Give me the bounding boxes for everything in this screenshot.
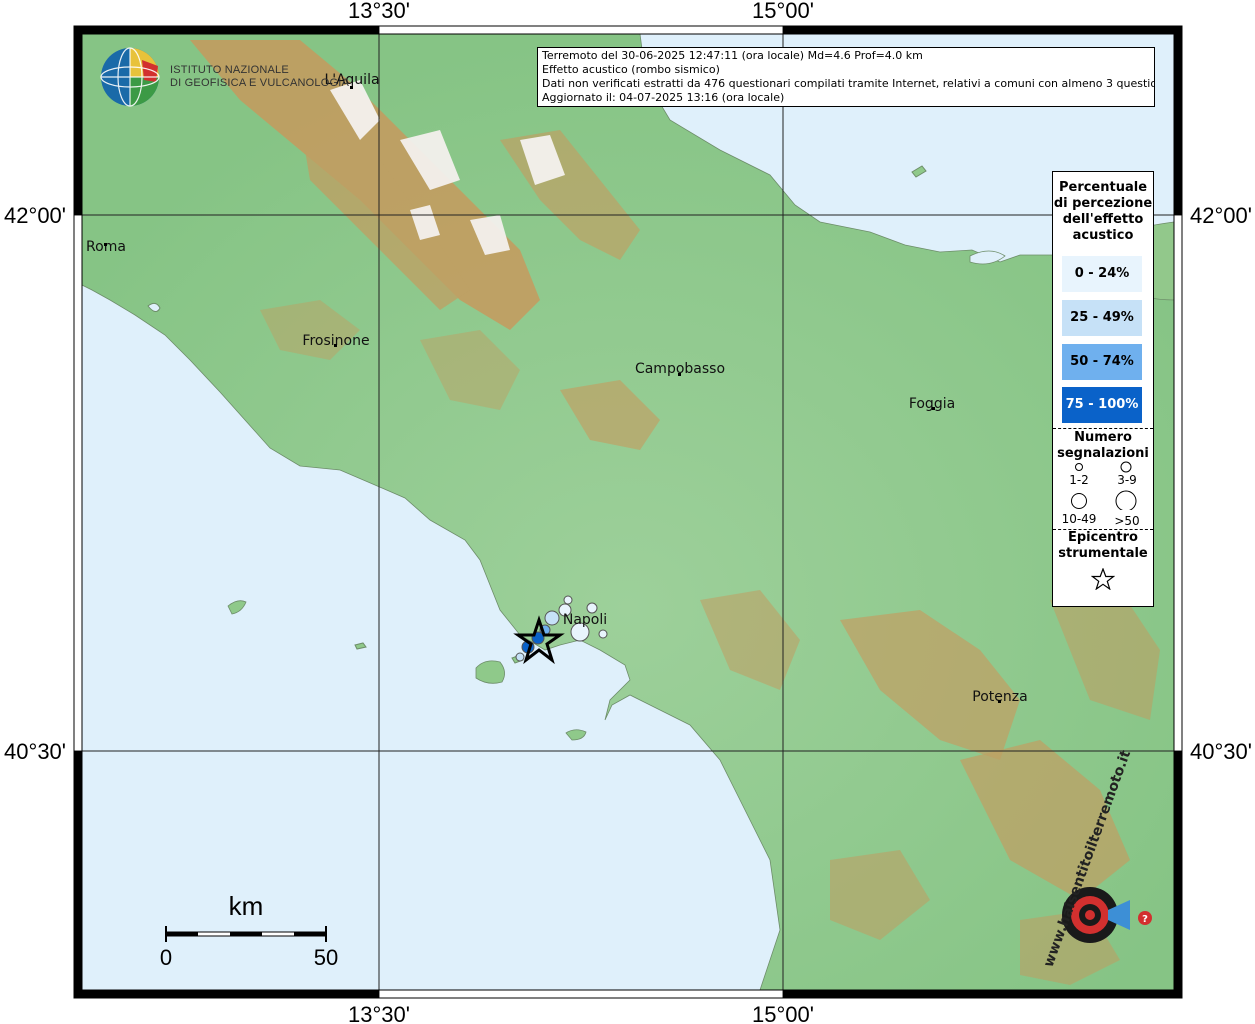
- institute-name: ISTITUTO NAZIONALE DI GEOFISICA E VULCAN…: [170, 64, 349, 90]
- legend-class-1: 25 - 49%: [1062, 300, 1142, 336]
- legend-count-2: 10-49: [1061, 512, 1097, 526]
- scale-unit: km: [229, 891, 264, 921]
- legend-class-0: 0 - 24%: [1062, 256, 1142, 292]
- tick-lon-top-left: 13°30': [348, 0, 410, 23]
- svg-text:Napoli: Napoli: [563, 612, 607, 628]
- event-line-1: Terremoto del 30-06-2025 12:47:11 (ora l…: [542, 49, 923, 62]
- legend-title-line: di percezione: [1053, 196, 1153, 211]
- legend-divider: [1053, 428, 1153, 429]
- legend-symbol-large: [1071, 493, 1087, 509]
- legend-title: Percentuale di percezione dell'effetto a…: [1053, 180, 1153, 244]
- legend-symbol-small: [1075, 463, 1083, 471]
- scale-end: 50: [314, 945, 338, 970]
- obs-point: [598, 629, 608, 639]
- city-foggia: Foggia: [909, 396, 955, 412]
- legend-star-icon: [1091, 568, 1115, 590]
- ingv-logo-icon: [100, 47, 160, 107]
- legend-title-line: acustico: [1072, 228, 1134, 243]
- event-line-2: Effetto acustico (rombo sismico): [542, 63, 720, 76]
- legend-epi-title: Epicentro strumentale: [1053, 530, 1153, 562]
- legend-count-title: Numero segnalazioni: [1053, 430, 1153, 462]
- city-roma: Roma: [86, 239, 126, 255]
- city-napoli: Napoli: [563, 612, 607, 628]
- legend-title-line: Percentuale: [1058, 180, 1148, 195]
- event-line-4: Aggiornato il: 04-07-2025 13:16 (ora loc…: [542, 91, 785, 104]
- legend: Percentuale di percezione dell'effetto a…: [1052, 171, 1154, 607]
- legend-count-0: 1-2: [1069, 473, 1089, 487]
- legend-symbol-medium: [1120, 461, 1132, 473]
- legend-count-3: >50: [1114, 514, 1140, 528]
- city-potenza: Potenza: [972, 689, 1027, 705]
- tick-lat-left-bottom: 40°30': [4, 739, 66, 764]
- city-frosinone: Frosinone: [302, 333, 369, 349]
- tick-lat-right-bottom: 40°30': [1190, 739, 1252, 764]
- island-ischia: [475, 660, 505, 684]
- event-line-3: Dati non verificati estratti da 476 ques…: [542, 77, 1155, 90]
- legend-count-title-line: Numero: [1074, 430, 1132, 445]
- legend-class-2: 50 - 74%: [1062, 344, 1142, 380]
- legend-count-1: 3-9: [1117, 473, 1137, 487]
- tick-lat-left-top: 42°00': [4, 203, 66, 228]
- obs-point: [515, 652, 525, 662]
- event-info-box: Terremoto del 30-06-2025 12:47:11 (ora l…: [537, 47, 1155, 107]
- legend-epi-title-line: Epicentro: [1068, 530, 1138, 545]
- obs-point: [563, 595, 573, 605]
- institute-line2: DI GEOFISICA E VULCANOLOGIA: [170, 77, 349, 89]
- tick-lon-bottom-right: 15°00': [752, 1002, 814, 1024]
- tick-lat-right-top: 42°00': [1190, 203, 1252, 228]
- institute-line1: ISTITUTO NAZIONALE: [170, 64, 289, 76]
- tick-lon-bottom-left: 13°30': [348, 1002, 410, 1024]
- svg-text:?: ?: [1142, 914, 1148, 925]
- scale-start: 0: [160, 945, 172, 970]
- tick-lon-top-right: 15°00': [752, 0, 814, 23]
- city-campobasso: Campobasso: [635, 361, 725, 377]
- svg-text:Roma: Roma: [86, 239, 126, 255]
- legend-class-3: 75 - 100%: [1062, 387, 1142, 423]
- obs-point: [544, 610, 560, 626]
- legend-symbol-xlarge: [1115, 490, 1137, 510]
- legend-title-line: dell'effetto: [1062, 212, 1144, 227]
- legend-epi-title-line: strumentale: [1058, 546, 1148, 561]
